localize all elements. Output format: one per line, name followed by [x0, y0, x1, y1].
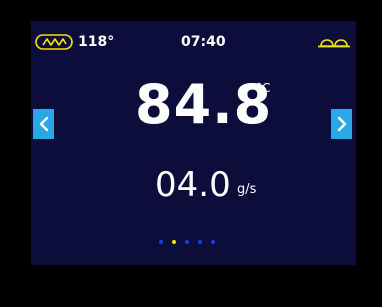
page-indicator — [159, 240, 215, 244]
page-dot[interactable] — [185, 240, 189, 244]
page-dot[interactable] — [159, 240, 163, 244]
page-dot[interactable] — [211, 240, 215, 244]
next-page-button[interactable] — [331, 109, 352, 139]
temperature-unit: °C — [256, 81, 271, 95]
page-dot[interactable] — [198, 240, 202, 244]
temperature-value: 84.8 — [135, 73, 273, 136]
previous-page-button[interactable] — [33, 109, 54, 139]
water-temperature: 118° — [78, 34, 115, 50]
flow-rate-unit: g/s — [237, 182, 257, 197]
display-screen: 118° 07:40 84.8 °C 04.0 g/s — [31, 21, 356, 265]
heater-coil-icon — [35, 34, 73, 50]
chevron-right-icon — [337, 116, 347, 132]
chevron-left-icon — [39, 116, 49, 132]
clock-time: 07:40 — [181, 34, 226, 50]
flow-rate-value: 04.0 — [155, 165, 231, 205]
cup-tray-icon — [317, 35, 351, 49]
page-dot[interactable] — [172, 240, 176, 244]
